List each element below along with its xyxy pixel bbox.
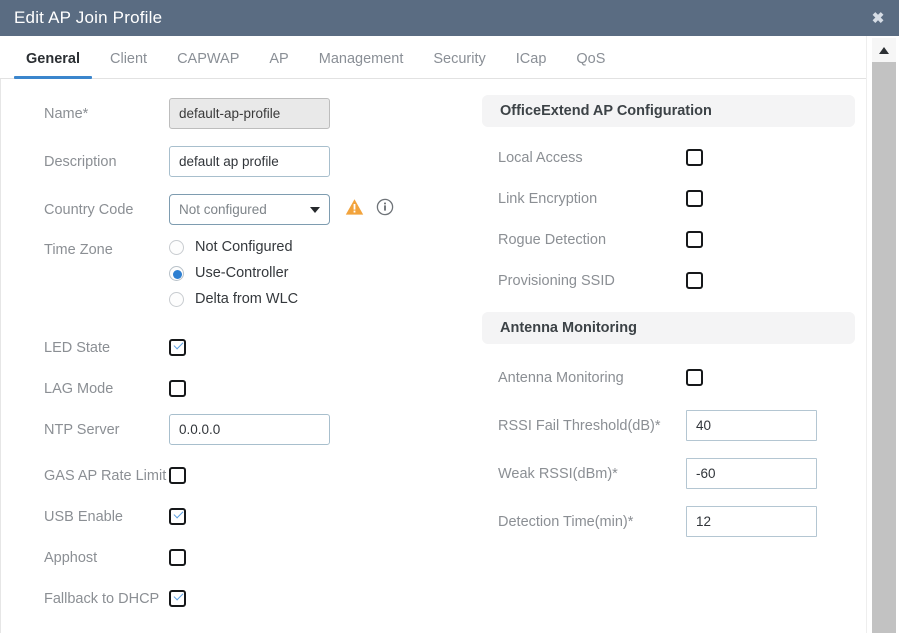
time-zone-radio-group: Not Configured Use-Controller Delta from… (169, 239, 298, 307)
chevron-down-icon (310, 206, 320, 213)
warning-triangle-icon[interactable] (345, 198, 364, 221)
triangle-up-icon (879, 46, 889, 54)
row-rssi-fail-threshold: RSSI Fail Threshold(dB)* 40 (471, 405, 866, 446)
tab-security[interactable]: Security (418, 51, 500, 78)
description-input[interactable]: default ap profile (169, 146, 330, 177)
radio-use-controller-indicator[interactable] (169, 265, 184, 281)
tab-capwap[interactable]: CAPWAP (162, 51, 254, 78)
tab-icap[interactable]: ICap (501, 51, 562, 78)
link-encryption-label: Link Encryption (498, 190, 598, 207)
row-antenna-monitoring: Antenna Monitoring (471, 357, 866, 398)
section-antenna-monitoring: Antenna Monitoring (482, 312, 855, 344)
name-label: Name* (44, 105, 89, 122)
row-link-encryption: Link Encryption (471, 178, 866, 219)
dialog-body: Name* default-ap-profile Description def… (0, 79, 866, 633)
radio-delta-from-wlc-indicator[interactable] (169, 291, 184, 307)
row-detection-time: Detection Time(min)* 12 (471, 501, 866, 542)
info-circle-icon[interactable] (376, 198, 394, 221)
row-ntp-server: NTP Server 0.0.0.0 (1, 409, 471, 450)
gas-ap-rate-limit-label: GAS AP Rate Limit (44, 467, 167, 484)
section-officeextend-ap-configuration: OfficeExtend AP Configuration (482, 95, 855, 127)
row-rogue-detection: Rogue Detection (471, 219, 866, 260)
tab-management[interactable]: Management (304, 51, 419, 78)
edit-ap-join-profile-dialog: Edit AP Join Profile ✖ General Client CA… (0, 0, 899, 633)
fallback-to-dhcp-label: Fallback to DHCP (44, 590, 160, 607)
led-state-checkbox[interactable] (169, 339, 186, 356)
tab-strip: General Client CAPWAP AP Management Secu… (0, 36, 866, 79)
row-description: Description default ap profile (1, 141, 471, 182)
vertical-scrollbar[interactable] (866, 36, 899, 633)
scroll-up-button[interactable] (872, 38, 896, 62)
row-usb-enable: USB Enable (1, 496, 471, 537)
antenna-monitoring-label: Antenna Monitoring (498, 369, 624, 386)
radio-use-controller[interactable]: Use-Controller (169, 265, 298, 281)
lag-mode-label: LAG Mode (44, 380, 114, 397)
row-apphost: Apphost (1, 537, 471, 578)
row-led-state: LED State (1, 327, 471, 368)
tab-client[interactable]: Client (95, 51, 162, 78)
time-zone-label: Time Zone (44, 242, 113, 258)
detection-time-input[interactable]: 12 (686, 506, 817, 537)
fallback-to-dhcp-checkbox[interactable] (169, 590, 186, 607)
scrollbar-thumb[interactable] (872, 62, 896, 633)
rogue-detection-label: Rogue Detection (498, 231, 607, 248)
row-time-zone: Time Zone Not Configured Use-Controller … (1, 239, 471, 307)
tab-ap[interactable]: AP (254, 51, 303, 78)
usb-enable-checkbox[interactable] (169, 508, 186, 525)
rogue-detection-checkbox[interactable] (686, 231, 703, 248)
description-label: Description (44, 153, 117, 170)
ntp-server-input[interactable]: 0.0.0.0 (169, 414, 330, 445)
row-provisioning-ssid: Provisioning SSID (471, 260, 866, 301)
row-weak-rssi: Weak RSSI(dBm)* -60 (471, 453, 866, 494)
row-local-access: Local Access (471, 137, 866, 178)
tab-qos[interactable]: QoS (561, 51, 620, 78)
country-code-value: Not configured (179, 202, 267, 217)
dialog-titlebar: Edit AP Join Profile ✖ (0, 0, 899, 36)
ntp-server-label: NTP Server (44, 421, 120, 438)
weak-rssi-label: Weak RSSI(dBm)* (498, 465, 618, 482)
row-gas-ap-rate-limit: GAS AP Rate Limit (1, 455, 471, 496)
detection-time-label: Detection Time(min)* (498, 513, 634, 530)
country-code-label: Country Code (44, 201, 134, 218)
led-state-label: LED State (44, 339, 111, 356)
provisioning-ssid-checkbox[interactable] (686, 272, 703, 289)
country-code-select[interactable]: Not configured (169, 194, 330, 225)
row-country-code: Country Code Not configured (1, 189, 471, 230)
radio-use-controller-label: Use-Controller (195, 265, 289, 281)
local-access-checkbox[interactable] (686, 149, 703, 166)
tab-general[interactable]: General (11, 51, 95, 79)
rssi-fail-threshold-label: RSSI Fail Threshold(dB)* (498, 417, 661, 434)
radio-not-configured-indicator[interactable] (169, 239, 184, 255)
gas-ap-rate-limit-checkbox[interactable] (169, 467, 186, 484)
rssi-fail-threshold-input[interactable]: 40 (686, 410, 817, 441)
row-fallback-to-dhcp: Fallback to DHCP (1, 578, 471, 619)
radio-delta-from-wlc[interactable]: Delta from WLC (169, 291, 298, 307)
weak-rssi-input[interactable]: -60 (686, 458, 817, 489)
apphost-checkbox[interactable] (169, 549, 186, 566)
radio-not-configured[interactable]: Not Configured (169, 239, 298, 255)
usb-enable-label: USB Enable (44, 508, 123, 525)
radio-not-configured-label: Not Configured (195, 239, 293, 255)
general-right-column: OfficeExtend AP Configuration Local Acce… (471, 79, 866, 542)
local-access-label: Local Access (498, 149, 583, 166)
dialog-title: Edit AP Join Profile (14, 8, 163, 27)
antenna-monitoring-checkbox[interactable] (686, 369, 703, 386)
general-left-column: Name* default-ap-profile Description def… (1, 79, 471, 619)
row-lag-mode: LAG Mode (1, 368, 471, 409)
apphost-label: Apphost (44, 549, 98, 566)
provisioning-ssid-label: Provisioning SSID (498, 272, 615, 289)
close-icon[interactable]: ✖ (867, 7, 889, 29)
lag-mode-checkbox[interactable] (169, 380, 186, 397)
radio-delta-from-wlc-label: Delta from WLC (195, 291, 299, 307)
name-input[interactable]: default-ap-profile (169, 98, 330, 129)
row-name: Name* default-ap-profile (1, 93, 471, 134)
link-encryption-checkbox[interactable] (686, 190, 703, 207)
